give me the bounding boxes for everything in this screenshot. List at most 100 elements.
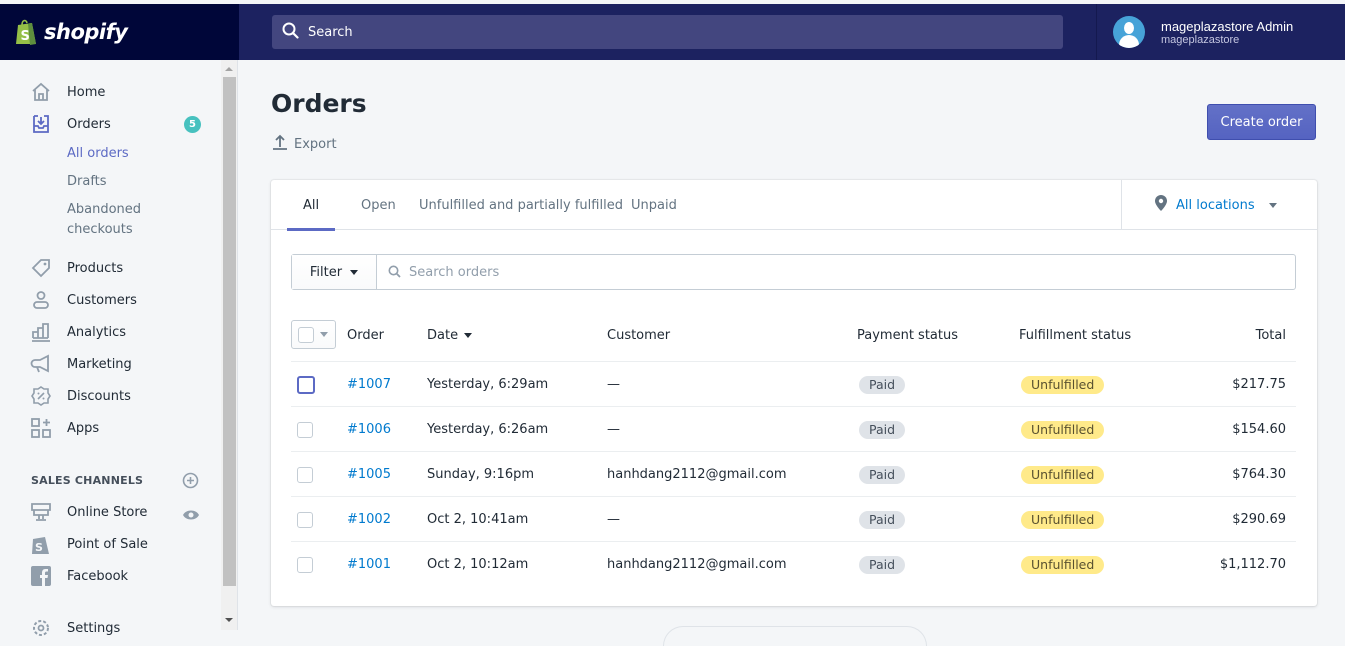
column-date-sort[interactable]: Date — [427, 320, 473, 350]
order-number-link[interactable]: #1002 — [347, 512, 391, 527]
sidebar-item-label: Discounts — [67, 388, 131, 404]
avatar — [1113, 16, 1145, 48]
sidebar-item-label: Apps — [67, 420, 100, 436]
tab-all[interactable]: All — [287, 180, 336, 231]
sidebar-item-orders[interactable]: Orders — [30, 112, 210, 136]
export-button[interactable]: Export — [272, 134, 337, 154]
search-icon — [282, 22, 299, 43]
column-order: Order — [347, 327, 384, 343]
store-icon — [30, 501, 52, 523]
shopify-bag-icon: S — [14, 18, 38, 46]
table-row[interactable]: #1005 Sunday, 9:16pm hanhdang2112@gmail.co… — [291, 452, 1296, 497]
table-row[interactable]: #1001 Oct 2, 10:12am hanhdang2112@gmail.co… — [291, 542, 1296, 587]
megaphone-icon — [30, 353, 52, 375]
scroll-thumb[interactable] — [223, 77, 236, 586]
create-order-button[interactable]: Create order — [1207, 104, 1316, 140]
filter-button[interactable]: Filter — [292, 255, 377, 289]
order-number-link[interactable]: #1006 — [347, 422, 391, 437]
main-content: Orders Export Create order All Open Unfu… — [239, 60, 1345, 646]
tab-unfulfilled-partially[interactable]: Unfulfilled and partially fulfilled — [403, 180, 639, 230]
column-date-label: Date — [427, 327, 459, 343]
sidebar-item-products[interactable]: Products — [30, 256, 210, 280]
bulk-select-dropdown[interactable] — [291, 320, 336, 349]
sidebar-item-apps[interactable]: Apps — [30, 416, 210, 440]
order-number-link[interactable]: #1005 — [347, 467, 391, 482]
orders-count-badge: 5 — [184, 116, 201, 133]
fulfillment-status-badge: Unfulfilled — [1021, 465, 1105, 484]
global-search[interactable]: Search — [272, 15, 1063, 49]
discount-icon — [30, 385, 52, 407]
filter-bar: Filter — [291, 254, 1296, 290]
search-orders-input[interactable] — [409, 264, 1209, 280]
view-store-eye-icon[interactable] — [182, 506, 200, 525]
sidebar-item-settings[interactable]: Settings — [30, 616, 210, 640]
sidebar-item-marketing[interactable]: Marketing — [30, 352, 210, 376]
payment-status-badge: Paid — [859, 555, 906, 574]
sidebar-subitem-abandoned-checkouts[interactable]: Abandoned checkouts — [67, 200, 157, 240]
order-total: $1,112.70 — [1219, 557, 1286, 572]
logo[interactable]: S shopify — [0, 4, 239, 60]
tab-open[interactable]: Open — [345, 180, 412, 230]
column-payment-status: Payment status — [857, 327, 958, 343]
row-checkbox[interactable] — [297, 375, 315, 394]
customer: — — [607, 512, 620, 527]
payment-status-badge: Paid — [859, 375, 906, 394]
sidebar-item-analytics[interactable]: Analytics — [30, 320, 210, 344]
location-pin-icon — [1155, 195, 1167, 215]
sidebar-item-point-of-sale[interactable]: S Point of Sale — [30, 532, 210, 556]
user-menu[interactable]: mageplazastore Admin mageplazastore — [1096, 4, 1345, 60]
customer-icon — [30, 289, 52, 311]
gear-icon — [30, 617, 52, 639]
sidebar-item-label: Point of Sale — [67, 536, 148, 552]
order-total: $764.30 — [1232, 467, 1286, 482]
payment-status-badge: Paid — [859, 510, 906, 529]
order-number-link[interactable]: #1001 — [347, 557, 391, 572]
row-checkbox[interactable] — [297, 511, 313, 528]
scroll-down-arrow-icon[interactable] — [225, 618, 233, 622]
order-date: Yesterday, 6:29am — [427, 377, 549, 392]
order-total: $290.69 — [1232, 512, 1286, 527]
sidebar-item-label: Settings — [67, 620, 121, 636]
sidebar-subitem-drafts[interactable]: Drafts — [67, 172, 107, 192]
row-checkbox[interactable] — [297, 421, 313, 438]
sidebar-item-home[interactable]: Home — [30, 80, 210, 104]
select-all-checkbox[interactable] — [298, 326, 314, 343]
order-date: Oct 2, 10:41am — [427, 512, 529, 527]
order-tabs: All Open Unfulfilled and partially fulfi… — [271, 180, 1317, 231]
row-checkbox[interactable] — [297, 466, 313, 483]
location-selector[interactable]: All locations — [1121, 180, 1317, 230]
brand-name: shopify — [44, 20, 128, 44]
fulfillment-status-badge: Unfulfilled — [1021, 510, 1105, 529]
page-title: Orders — [271, 89, 367, 118]
payment-status-badge: Paid — [859, 465, 906, 484]
sort-caret-icon — [464, 332, 473, 338]
tag-icon — [30, 257, 52, 279]
sidebar-scrollbar[interactable] — [221, 60, 237, 630]
order-number-link[interactable]: #1007 — [347, 377, 391, 392]
order-date: Yesterday, 6:26am — [427, 422, 549, 437]
table-row[interactable]: #1007 Yesterday, 6:29am — Paid Unfulfilled $2… — [291, 362, 1296, 407]
sidebar-item-facebook[interactable]: Facebook — [30, 564, 210, 588]
sidebar-item-customers[interactable]: Customers — [30, 288, 210, 312]
column-fulfillment-status: Fulfillment status — [1019, 327, 1132, 343]
sidebar: Home Orders 5 All orders Drafts Abandone… — [0, 60, 238, 636]
sidebar-item-label: Facebook — [67, 568, 129, 584]
fulfillment-status-badge: Unfulfilled — [1021, 420, 1105, 439]
payment-status-badge: Paid — [859, 420, 906, 439]
tab-unpaid[interactable]: Unpaid — [615, 180, 693, 230]
search-icon — [388, 263, 401, 282]
fulfillment-status-badge: Unfulfilled — [1021, 375, 1105, 394]
search-orders-field[interactable] — [377, 255, 1295, 289]
add-channel-icon[interactable] — [182, 472, 199, 493]
pagination[interactable] — [663, 626, 927, 646]
sidebar-item-discounts[interactable]: Discounts — [30, 384, 210, 408]
row-checkbox[interactable] — [297, 556, 313, 573]
sidebar-item-label: Analytics — [67, 324, 127, 340]
table-row[interactable]: #1006 Yesterday, 6:26am — Paid Unfulfilled $1… — [291, 407, 1296, 452]
sidebar-item-label: Orders — [67, 116, 111, 132]
sidebar-subitem-all-orders[interactable]: All orders — [67, 144, 129, 164]
scroll-up-arrow-icon[interactable] — [225, 67, 233, 71]
user-name: mageplazastore Admin — [1161, 18, 1294, 34]
table-row[interactable]: #1002 Oct 2, 10:41am — Paid Unfulfilled $290.… — [291, 497, 1296, 542]
chevron-down-icon — [320, 332, 328, 337]
